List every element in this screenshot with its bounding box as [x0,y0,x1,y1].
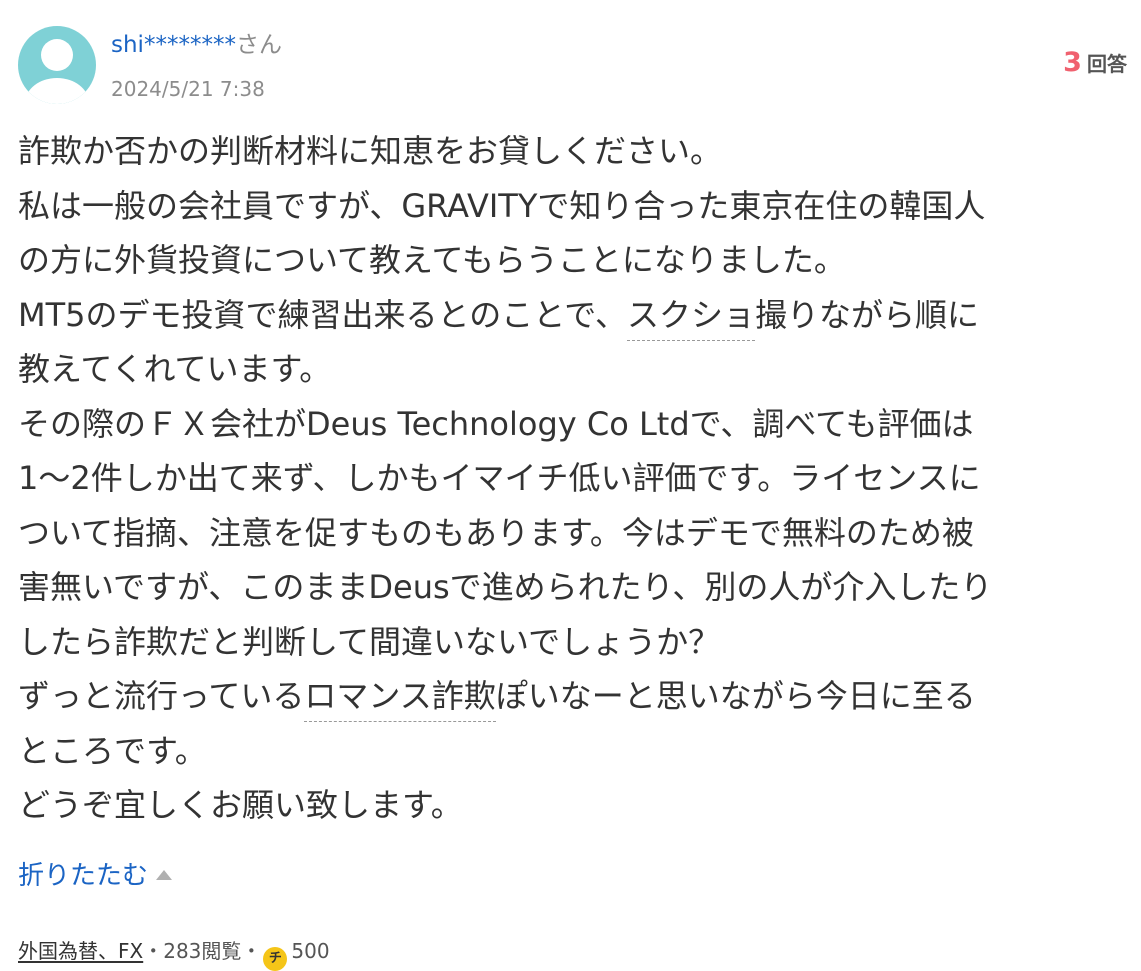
category-link[interactable]: 外国為替、FX [18,939,143,963]
meta-separator: ・ [143,939,164,963]
user-avatar[interactable] [18,26,96,104]
keyword-link-screenshot[interactable]: スクショ [626,295,755,341]
fold-button[interactable]: 折りたたむ [18,858,173,894]
keyword-link-romance-scam[interactable]: ロマンス詐欺 [304,677,496,722]
question-line: したら詐欺だと判断して間違いないでしょうか？ [18,622,721,661]
question-line: その際のＦＸ会社がDeus Technology Co Ltdで、調べても評価は [18,404,974,443]
question-line: ずっと流行っているロマンス詐欺ぽいなーと思いながら今日に至る [18,669,1130,724]
user-name-suffix: さん [235,32,282,58]
question-text: MT5のデモ投資で練習出来るとのことで、 [18,295,627,334]
user-name: shi********さん [111,30,282,60]
question-line: 私は一般の会社員ですが、GRAVITYで知り合った東京在住の韓国人 [18,186,986,225]
coin-amount: 500 [291,939,330,963]
question-text: ぽいなーと思いながら今日に至る [495,677,976,715]
caret-up-icon [156,870,173,880]
question-line: 1～2件しか出て来ず、しかもイマイチ低い評価です。ライセンスに [18,459,981,497]
view-count: 283閲覧 [163,939,242,963]
question-meta: 外国為替、FX・283閲覧・チ 500 [18,936,330,971]
meta-separator: ・ [241,939,262,963]
question-line: 詐欺か否かの判断材料に知恵をお貸しください。 [18,132,723,170]
question-line: 教えてくれています。 [18,350,332,388]
avatar-head-shape [41,39,73,71]
answer-count-number: 3 [1063,47,1082,78]
question-line: の方に外貨投資について教えてもらうことになりました。 [18,241,846,279]
question-line: ついて指摘、注意を促すものもあります。今はデモで無料のため被 [18,513,974,552]
question-text: 撮りながら順に [754,295,979,334]
question-line: MT5のデモ投資で練習出来るとのことで、スクショ撮りながら順に [18,288,1130,343]
fold-label: 折りたたむ [18,861,149,891]
answer-count-label: 回答 [1087,52,1127,76]
question-line: ところです。 [18,731,207,770]
avatar-body-shape [25,78,89,104]
question-line: 害無いですが、このままDeusで進められたり、別の人が介入したり [18,568,993,606]
answer-count[interactable]: 3 回答 [1063,48,1127,81]
chie-coin-icon: チ [263,947,288,971]
user-name-link[interactable]: shi******** [111,32,236,58]
question-body: 詐欺か否かの判断材料に知恵をお貸しください。 私は一般の会社員ですが、GRAVI… [18,124,1130,833]
question-text: ずっと流行っている [18,677,305,715]
post-date: 2024/5/21 7:38 [111,77,265,101]
question-line: どうぞ宜しくお願い致します。 [18,786,463,824]
